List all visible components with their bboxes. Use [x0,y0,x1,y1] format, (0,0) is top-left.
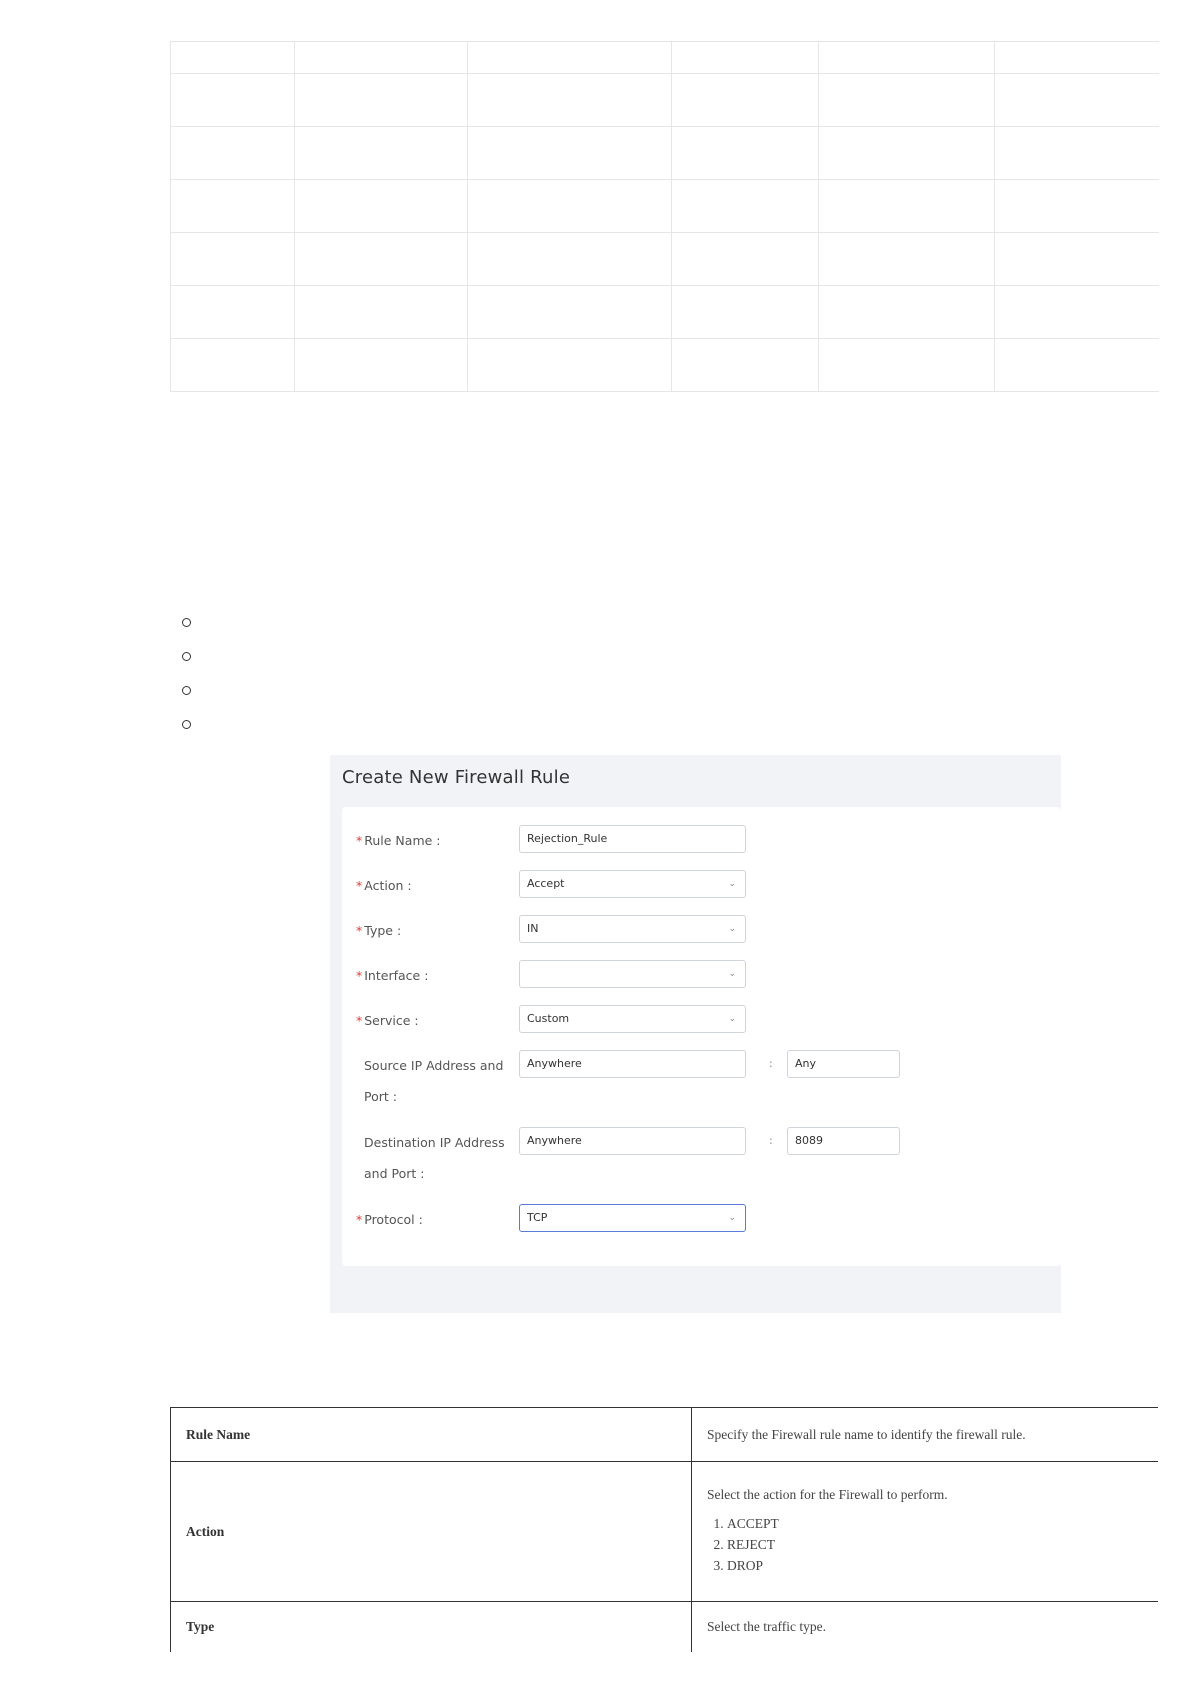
protocol-label: * Protocol : [356,1212,423,1227]
description-cell: Select the action for the Firewall to pe… [691,1461,1158,1602]
description-cell: Select the traffic type. [691,1601,1158,1652]
list-item [182,686,191,695]
destination-label: Destination IP Address and Port : [364,1135,505,1181]
separator: : [769,1134,773,1147]
type-label: * Type : [356,923,402,938]
table-row: Action Select the action for the Firewal… [170,1461,1158,1602]
rule-name-input[interactable]: Rejection_Rule [519,825,746,853]
destination-address-input[interactable]: Anywhere [519,1127,746,1155]
list-item [182,618,191,627]
list-item [182,652,191,661]
protocol-select[interactable]: TCP ⌄ [519,1204,746,1232]
service-label: * Service : [356,1013,419,1028]
type-select[interactable]: IN ⌄ [519,915,746,943]
grid-row [170,338,1159,392]
chevron-down-icon: ⌄ [728,1213,736,1223]
source-port-input[interactable]: Any [787,1050,900,1078]
list-item: ACCEPT [727,1513,1143,1534]
grid-row [170,285,1159,339]
field-definition-table: Rule Name Specify the Firewall rule name… [170,1407,1158,1652]
grid-row [170,232,1159,286]
table-row: Type Select the traffic type. [170,1601,1158,1652]
chevron-down-icon: ⌄ [728,969,736,979]
grid-row [170,126,1159,180]
list-item [182,720,191,729]
action-options-list: ACCEPT REJECT DROP [707,1513,1143,1576]
chevron-down-icon: ⌄ [728,1014,736,1024]
action-label: * Action : [356,878,412,893]
action-select[interactable]: Accept ⌄ [519,870,746,898]
grid-row [170,41,1159,74]
source-address-input[interactable]: Anywhere [519,1050,746,1078]
service-select[interactable]: Custom ⌄ [519,1005,746,1033]
grid-row [170,73,1159,127]
panel-title: Create New Firewall Rule [342,767,571,788]
firewall-rule-form: * Rule Name : Rejection_Rule * Action : Ac… [342,807,1061,1266]
table-row: Rule Name Specify the Firewall rule name… [170,1407,1158,1462]
chevron-down-icon: ⌄ [728,879,736,889]
chevron-down-icon: ⌄ [728,924,736,934]
list-item: DROP [727,1555,1143,1576]
bullet-list [182,618,191,754]
interface-select[interactable]: ⌄ [519,960,746,988]
empty-grid-table [170,41,1159,392]
destination-port-input[interactable]: 8089 [787,1127,900,1155]
interface-label: * Interface : [356,968,429,983]
term-cell: Action [170,1461,692,1602]
description-text: Select the action for the Firewall to pe… [707,1487,948,1502]
separator: : [769,1057,773,1070]
list-item: REJECT [727,1534,1143,1555]
rule-name-label: * Rule Name : [356,833,441,848]
term-cell: Type [170,1601,692,1652]
source-label: Source IP Address and Port : [364,1058,504,1104]
create-firewall-rule-panel: Create New Firewall Rule * Rule Name : Re… [330,755,1061,1313]
description-cell: Specify the Firewall rule name to identi… [691,1407,1158,1462]
grid-row [170,179,1159,233]
term-cell: Rule Name [170,1407,692,1462]
